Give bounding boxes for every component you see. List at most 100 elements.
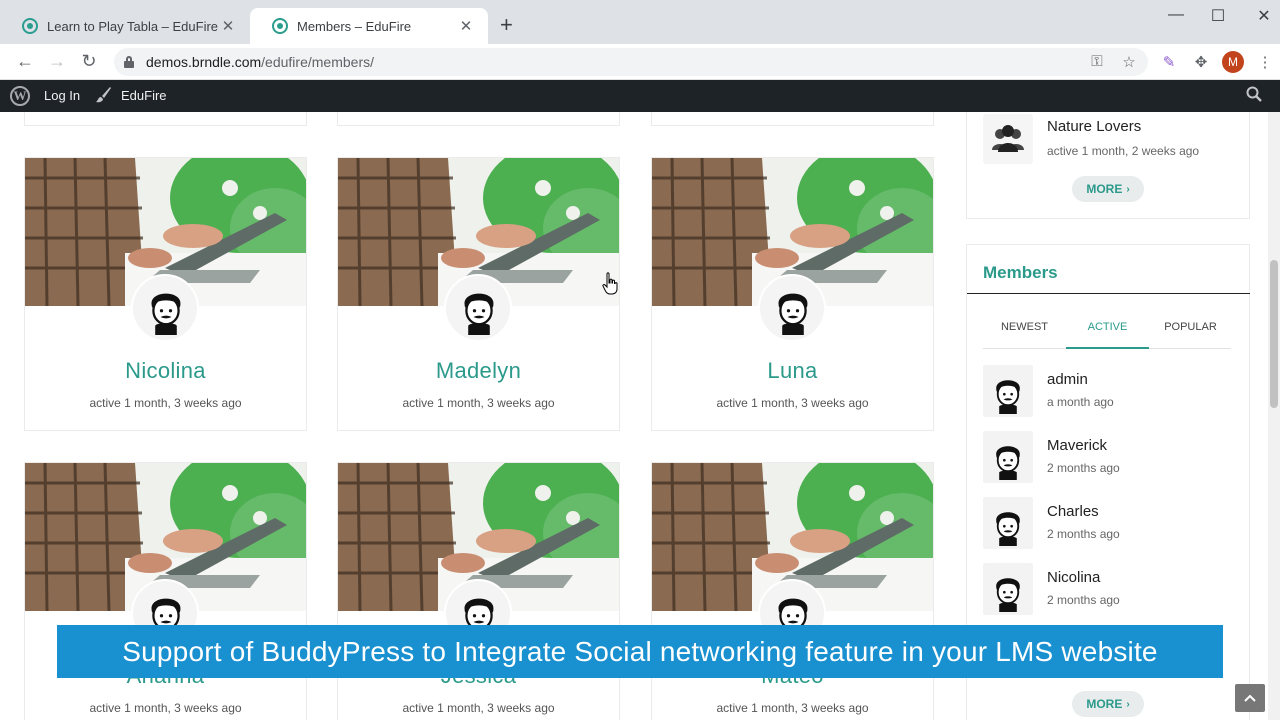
- member-name[interactable]: Nicolina: [25, 358, 306, 384]
- member-card[interactable]: Madelyn active 1 month, 3 weeks ago: [337, 157, 620, 431]
- member-name[interactable]: Maverick: [1047, 437, 1107, 454]
- group-avatar[interactable]: [983, 114, 1033, 164]
- member-card[interactable]: Mateo active 1 month, 3 weeks ago: [651, 462, 934, 720]
- avatar-face-icon: [778, 293, 808, 335]
- avatar[interactable]: [758, 274, 826, 342]
- member-time: a month ago: [1047, 395, 1114, 409]
- more-label: MORE: [1086, 182, 1123, 196]
- groups-widget: Nature Lovers active 1 month, 2 weeks ag…: [966, 112, 1250, 219]
- close-tab-icon[interactable]: ✕: [458, 17, 474, 35]
- widget-title: Members: [983, 263, 1058, 282]
- close-tab-icon[interactable]: ✕: [220, 17, 236, 35]
- avatar-face-icon: [151, 293, 181, 335]
- tab-title: Members – EduFire: [297, 18, 412, 34]
- wp-admin-bar: W Log In EduFire: [0, 80, 1280, 112]
- avatar-face-icon: [996, 446, 1020, 480]
- member-name[interactable]: admin: [1047, 371, 1088, 388]
- member-time: 2 months ago: [1047, 593, 1120, 607]
- star-icon[interactable]: ☆: [1120, 53, 1138, 71]
- tab-popular[interactable]: POPULAR: [1149, 321, 1232, 333]
- avatar-face-icon: [464, 293, 494, 335]
- reload-icon[interactable]: ↻: [78, 51, 100, 72]
- lock-icon: [124, 56, 134, 68]
- member-card[interactable]: Nicolina active 1 month, 3 weeks ago: [24, 157, 307, 431]
- members-tabs: NEWEST ACTIVE POPULAR: [983, 309, 1231, 349]
- edufire-favicon-icon: [272, 18, 288, 34]
- scrollbar[interactable]: [1268, 112, 1280, 720]
- avatar[interactable]: [131, 274, 199, 342]
- member-name[interactable]: Charles: [1047, 503, 1099, 520]
- profile-avatar[interactable]: M: [1222, 51, 1244, 73]
- brush-icon: [96, 86, 112, 107]
- wordpress-logo-icon[interactable]: W: [10, 86, 30, 106]
- divider: [967, 293, 1250, 294]
- member-name[interactable]: Madelyn: [338, 358, 619, 384]
- pen-extension-icon[interactable]: ✎: [1160, 53, 1178, 71]
- member-card[interactable]: Jessica active 1 month, 3 weeks ago: [337, 462, 620, 720]
- avatar-face-icon: [996, 512, 1020, 546]
- member-last-active: active 1 month, 3 weeks ago: [89, 701, 242, 715]
- groups-more-button[interactable]: MORE ›: [1072, 176, 1144, 202]
- minimize-icon[interactable]: —: [1166, 6, 1186, 24]
- list-item[interactable]: admin a month ago: [983, 365, 1233, 417]
- forward-arrow-icon[interactable]: →: [46, 51, 68, 72]
- caption-banner: Support of BuddyPress to Integrate Socia…: [57, 625, 1223, 678]
- search-icon[interactable]: [1246, 86, 1262, 102]
- tab-indicator: [1066, 347, 1149, 349]
- avatar[interactable]: [983, 563, 1033, 615]
- avatar[interactable]: [444, 274, 512, 342]
- browser-toolbar: ← → ↻ demos.brndle.com/edufire/members/ …: [0, 44, 1280, 80]
- member-card: [651, 112, 934, 126]
- avatar-face-icon: [996, 380, 1020, 414]
- maximize-icon[interactable]: ☐: [1208, 6, 1228, 26]
- back-to-top-button[interactable]: [1235, 684, 1265, 712]
- chevron-right-icon: ›: [1126, 698, 1130, 710]
- group-name[interactable]: Nature Lovers: [1047, 118, 1141, 135]
- puzzle-extension-icon[interactable]: ✥: [1192, 53, 1210, 71]
- group-last-active: active 1 month, 2 weeks ago: [1047, 144, 1200, 158]
- plus-icon[interactable]: +: [500, 14, 513, 36]
- member-card[interactable]: Luna active 1 month, 3 weeks ago: [651, 157, 934, 431]
- member-last-active: active 1 month, 3 weeks ago: [402, 701, 555, 715]
- member-last-active: active 1 month, 3 weeks ago: [402, 396, 555, 410]
- scrollbar-thumb[interactable]: [1270, 260, 1278, 408]
- login-link[interactable]: Log In: [44, 88, 80, 103]
- members-more-button[interactable]: MORE ›: [1072, 691, 1144, 717]
- chevron-right-icon: ›: [1126, 183, 1130, 195]
- member-name[interactable]: Luna: [652, 358, 933, 384]
- tab-active[interactable]: ACTIVE: [1066, 321, 1149, 333]
- avatar-face-icon: [996, 578, 1020, 612]
- list-item[interactable]: Charles 2 months ago: [983, 497, 1233, 549]
- member-last-active: active 1 month, 3 weeks ago: [716, 396, 869, 410]
- more-label: MORE: [1086, 697, 1123, 711]
- menu-kebab-icon[interactable]: ⋮: [1256, 53, 1274, 71]
- avatar[interactable]: [983, 497, 1033, 549]
- member-time: 2 months ago: [1047, 527, 1120, 541]
- list-item[interactable]: Maverick 2 months ago: [983, 431, 1233, 483]
- browser-tab-edufire-tabla[interactable]: Learn to Play Tabla – EduFire ✕: [0, 8, 250, 44]
- hand-cursor-icon: [602, 272, 618, 295]
- site-name-link[interactable]: EduFire: [121, 88, 167, 103]
- chevron-up-icon: [1244, 694, 1256, 702]
- group-icon: [992, 125, 1024, 152]
- avatar[interactable]: [983, 431, 1033, 483]
- browser-tab-members[interactable]: Members – EduFire ✕: [250, 8, 488, 44]
- browser-tab-bar: Learn to Play Tabla – EduFire ✕ Members …: [0, 0, 1280, 44]
- url-host: demos.brndle.com: [146, 54, 262, 70]
- member-name[interactable]: Nicolina: [1047, 569, 1100, 586]
- tab-newest[interactable]: NEWEST: [983, 321, 1066, 333]
- list-item[interactable]: Nicolina 2 months ago: [983, 563, 1233, 615]
- back-arrow-icon[interactable]: ←: [14, 51, 36, 72]
- member-card[interactable]: Ananna active 1 month, 3 weeks ago: [24, 462, 307, 720]
- close-window-icon[interactable]: ✕: [1254, 6, 1274, 26]
- member-time: 2 months ago: [1047, 461, 1120, 475]
- member-card: [24, 112, 307, 126]
- tab-title: Learn to Play Tabla – EduFire: [47, 18, 219, 34]
- address-bar[interactable]: demos.brndle.com/edufire/members/: [114, 48, 1148, 76]
- member-card: [337, 112, 620, 126]
- avatar[interactable]: [983, 365, 1033, 417]
- member-last-active: active 1 month, 3 weeks ago: [89, 396, 242, 410]
- member-last-active: active 1 month, 3 weeks ago: [716, 701, 869, 715]
- edufire-favicon-icon: [22, 18, 38, 34]
- key-icon[interactable]: ⚿: [1088, 53, 1106, 70]
